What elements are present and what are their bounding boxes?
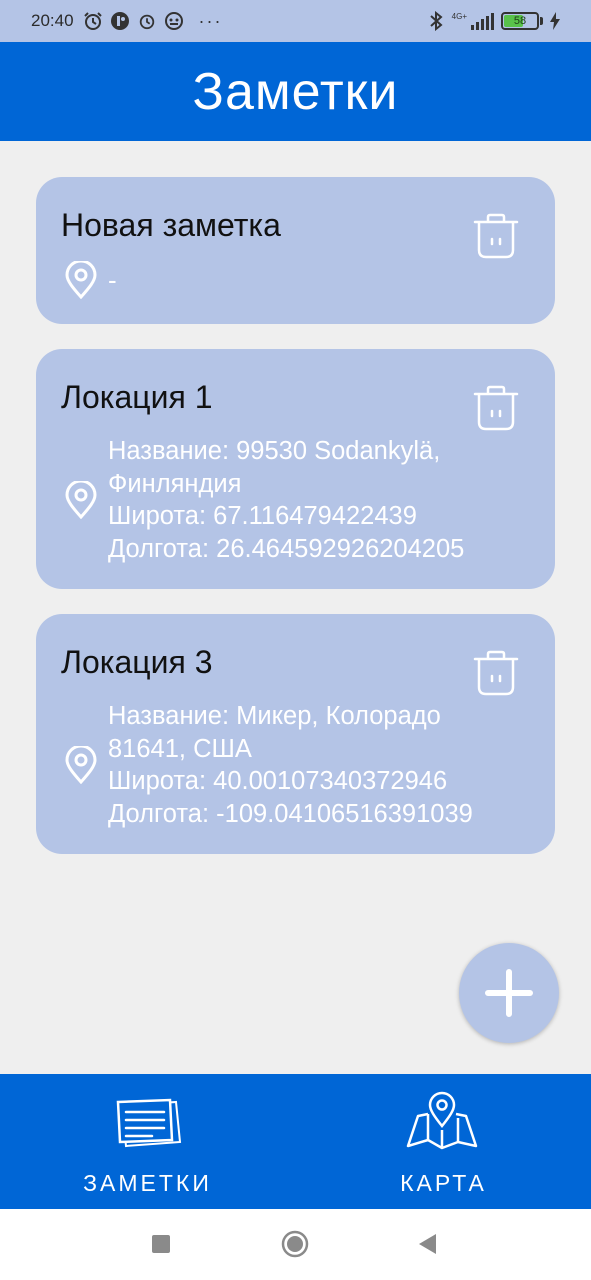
battery-icon: 58 [501,12,539,30]
plus-icon [485,969,533,1017]
location-name-line: Название: Микер, Колорадо [108,702,441,730]
status-bar: 20:40 ··· 4G+ 58 [0,0,591,42]
alarm-icon [83,11,103,31]
nav-tab-notes[interactable]: ЗАМЕТКИ [0,1074,295,1209]
note-card[interactable]: Новая заметка - [36,177,555,324]
map-pin-icon [65,746,97,784]
nav-tab-notes-label: ЗАМЕТКИ [83,1170,212,1196]
note-location-details: Название: 99530 Sodankylä, Финляндия Шир… [108,435,528,565]
back-triangle-icon[interactable] [416,1232,438,1256]
note-location-details: Название: Микер, Колорадо 81641, США Шир… [108,700,528,830]
longitude-line: Долгота: 26.464592926204205 [108,534,465,563]
network-type: 4G+ [451,11,467,21]
app-bar: Заметки [0,42,591,141]
trash-icon[interactable] [471,212,521,260]
page-title: Заметки [192,62,399,121]
nav-tab-map-label: КАРТА [400,1170,487,1196]
status-right: 4G+ 58 [426,11,561,31]
face-icon [164,11,184,31]
battery-percent: 58 [513,15,527,27]
signal-icon [469,11,495,31]
alarm-small-icon [137,11,157,31]
bottom-navigation: ЗАМЕТКИ КАРТА [0,1074,591,1209]
map-pin-icon [65,261,97,299]
longitude-line: Долгота: -109.04106516391039 [108,799,473,828]
app-notification-icon [110,11,130,31]
notes-icon [116,1098,182,1148]
more-notifications-dots: ··· [198,10,223,31]
nav-tab-map[interactable]: КАРТА [296,1074,591,1209]
charging-icon [549,11,561,31]
map-icon [406,1091,478,1150]
trash-icon[interactable] [471,384,521,432]
note-title: Локация 3 [61,644,213,680]
note-card[interactable]: Локация 3 Название: Микер, Колорадо 8164… [36,614,555,854]
trash-icon[interactable] [471,649,521,697]
note-title: Локация 1 [61,379,213,415]
location-name-line: Название: 99530 Sodankylä, [108,437,441,465]
status-time: 20:40 [31,11,74,30]
location-name-line-2: 81641, США [108,734,252,763]
note-title: Новая заметка [61,207,281,243]
latitude-line: Широта: 40.00107340372946 [108,767,448,795]
bluetooth-icon [426,11,446,31]
add-note-button[interactable] [459,943,559,1043]
map-pin-icon [65,481,97,519]
location-name-line-2: Финляндия [108,469,242,498]
note-location: - [108,265,117,295]
home-circle-icon[interactable] [281,1230,309,1258]
battery-cap [540,17,543,25]
recents-square-icon[interactable] [150,1233,172,1255]
latitude-line: Широта: 67.116479422439 [108,502,417,530]
system-navigation-bar [0,1209,591,1280]
note-card[interactable]: Локация 1 Название: 99530 Sodankylä, Фин… [36,349,555,589]
status-left: 20:40 ··· [31,11,223,32]
